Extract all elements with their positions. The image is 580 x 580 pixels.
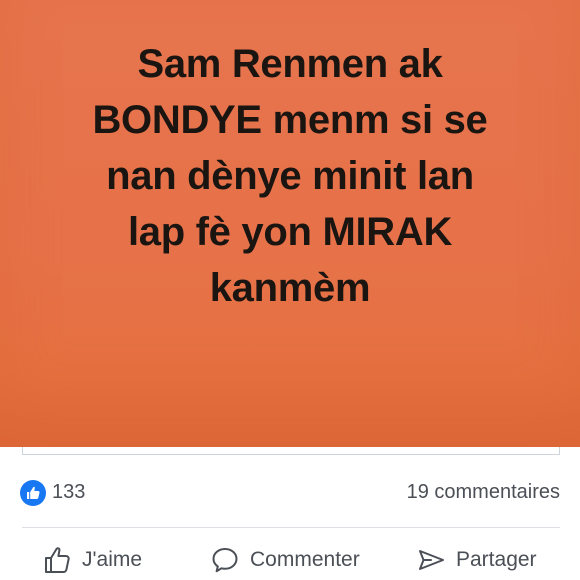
reactions-summary: 133 19 commentaires [0,478,580,508]
post-text-line: Sam Renmen ak [137,42,443,86]
post-card-edge [22,447,560,455]
thumbs-up-icon[interactable] [20,480,46,506]
share-button[interactable]: Partager [416,540,537,580]
comment-label: Commenter [250,548,360,571]
post-image[interactable]: Sam Renmen ak BONDYE menm si se nan dèny… [0,0,580,447]
like-label: J'aime [82,548,143,571]
post-text-line: BONDYE menm si se [92,98,488,142]
comment-icon [210,545,240,575]
like-button[interactable]: J'aime [42,540,142,580]
post-text-line: nan dènye minit lan [106,154,474,198]
share-icon [416,545,446,575]
divider [22,527,560,528]
post-text-line: kanmèm [209,266,371,310]
like-icon [42,545,72,575]
facebook-post: Sam Renmen ak BONDYE menm si se nan dèny… [0,0,580,580]
post-actions: J'aime Commenter Partager [0,540,580,580]
post-text-line: lap fè yon MIRAK [127,210,453,254]
share-label: Partager [456,548,537,571]
reaction-count[interactable]: 133 [52,481,85,504]
post-text: Sam Renmen ak BONDYE menm si se nan dèny… [0,36,580,316]
comment-button[interactable]: Commenter [210,540,360,580]
comments-count[interactable]: 19 commentaires [407,481,560,504]
